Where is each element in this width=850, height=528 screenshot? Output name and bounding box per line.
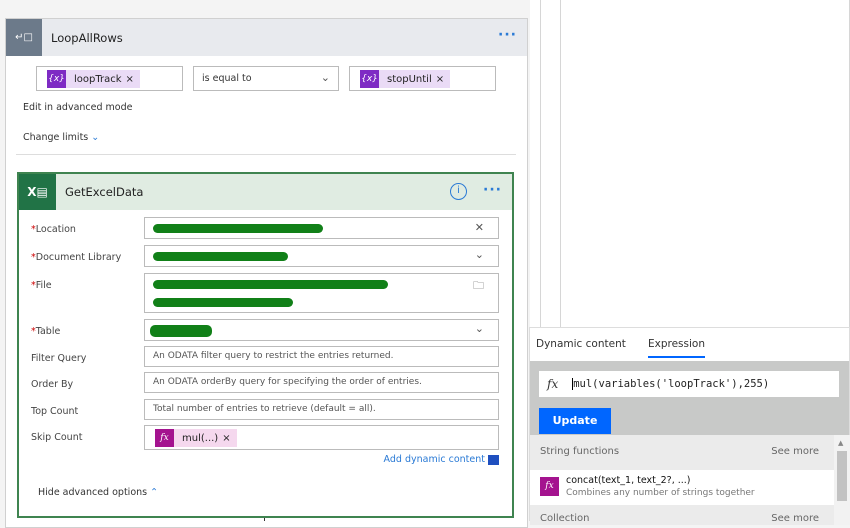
action-title: GetExcelData (65, 185, 144, 199)
hide-advanced-link[interactable]: Hide advanced options ⌃ (38, 487, 158, 498)
condition-right-input[interactable]: {x} stopUntil × (349, 66, 496, 91)
document-library-select[interactable]: ⌄ (144, 245, 499, 267)
chevron-down-icon: ⌄ (474, 248, 484, 261)
redacted (153, 298, 293, 307)
see-more-link[interactable]: See more (771, 446, 819, 457)
remove-icon[interactable]: × (126, 74, 140, 85)
excel-header[interactable]: X▤ GetExcelData i ··· (19, 174, 512, 210)
variable-token[interactable]: {x} loopTrack × (47, 70, 140, 88)
remove-icon[interactable]: × (436, 74, 450, 85)
excel-action-card: X▤ GetExcelData i ··· *Location ✕ *Docum… (17, 172, 514, 518)
scroll-up-icon[interactable]: ▲ (838, 439, 843, 447)
top-count-input[interactable]: Total number of entries to retrieve (def… (144, 399, 499, 420)
function-item-concat[interactable]: fx concat(text_1, text_2?, ...) Combines… (530, 470, 834, 505)
table-select[interactable]: ⌄ (144, 319, 499, 341)
fx-icon: fx (155, 429, 174, 447)
redacted (153, 224, 323, 233)
section-header-string-functions: String functions See more (530, 435, 834, 470)
fx-icon: fx (540, 477, 559, 496)
variable-icon: {x} (47, 70, 66, 88)
location-input[interactable]: ✕ (144, 217, 499, 239)
redacted (153, 252, 288, 261)
divider (16, 154, 516, 155)
condition-left-input[interactable]: {x} loopTrack × (36, 66, 183, 91)
clear-icon[interactable]: ✕ (475, 221, 484, 234)
folder-icon[interactable]: 🗀 (473, 277, 484, 296)
redacted (153, 280, 388, 289)
add-icon (488, 454, 499, 465)
tab-dynamic-content[interactable]: Dynamic content (536, 338, 626, 350)
scrollbar-thumb[interactable] (837, 451, 847, 501)
table-label: *Table (31, 326, 61, 337)
change-limits-link[interactable]: Change limits ⌄ (23, 132, 99, 143)
order-by-label: Order By (31, 379, 74, 390)
more-options-icon[interactable]: ··· (483, 182, 502, 198)
excel-icon: X▤ (19, 174, 56, 210)
loop-icon: ↵□ (6, 19, 42, 56)
chevron-down-icon: ⌄ (91, 132, 100, 143)
tab-expression[interactable]: Expression (648, 338, 705, 358)
fx-icon: fx (547, 377, 559, 391)
section-header-collection: Collection See more (530, 505, 834, 525)
loop-title: LoopAllRows (51, 30, 123, 45)
dynamic-content-panel: Dynamic content Expression fx mul(variab… (529, 327, 850, 525)
chevron-down-icon: ⌄ (474, 322, 484, 335)
file-input[interactable]: 🗀 (144, 273, 499, 313)
filter-query-input[interactable]: An ODATA filter query to restrict the en… (144, 346, 499, 367)
redacted (150, 325, 212, 337)
filter-query-label: Filter Query (31, 353, 87, 364)
location-label: *Location (31, 224, 76, 235)
variable-icon: {x} (360, 70, 379, 88)
add-dynamic-content-link[interactable]: Add dynamic content (384, 454, 499, 465)
scrollbar[interactable]: ▲ (834, 435, 850, 525)
info-icon[interactable]: i (450, 183, 467, 200)
order-by-input[interactable]: An ODATA orderBy query for specifying th… (144, 372, 499, 393)
loop-header[interactable]: ↵□ LoopAllRows ··· (6, 19, 527, 56)
see-more-link[interactable]: See more (771, 513, 819, 524)
expression-token[interactable]: fx mul(...) × (155, 429, 237, 447)
skip-count-label: Skip Count (31, 432, 83, 443)
top-count-label: Top Count (31, 406, 79, 417)
document-library-label: *Document Library (31, 252, 122, 263)
variable-token[interactable]: {x} stopUntil × (360, 70, 451, 88)
edit-advanced-link[interactable]: Edit in advanced mode (23, 102, 132, 113)
update-button[interactable]: Update (539, 408, 611, 434)
skip-count-input[interactable]: fx mul(...) × (144, 425, 499, 450)
expression-input[interactable]: fx mul(variables('loopTrack'),255) (539, 371, 839, 397)
expression-area: fx mul(variables('loopTrack'),255) Updat… (530, 361, 849, 435)
remove-icon[interactable]: × (222, 433, 236, 444)
chevron-up-icon: ⌃ (150, 487, 159, 498)
operator-select[interactable]: is equal to ⌄ (193, 66, 339, 91)
file-label: *File (31, 280, 52, 291)
chevron-down-icon: ⌄ (320, 71, 330, 84)
more-options-icon[interactable]: ··· (498, 27, 517, 43)
